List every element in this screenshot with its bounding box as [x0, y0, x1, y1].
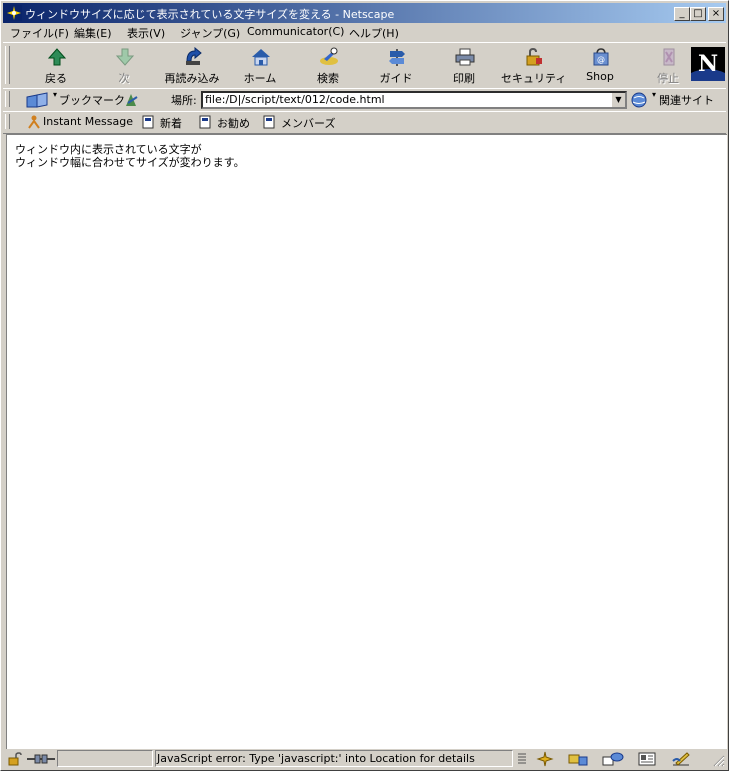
security-lock-icon[interactable] [7, 752, 23, 766]
home-label: ホーム [243, 72, 277, 85]
security-label: セキュリティ [501, 72, 567, 85]
close-icon: × [711, 8, 721, 19]
component-bar-grip-icon[interactable] [517, 752, 527, 766]
resize-grip-icon[interactable] [711, 753, 725, 767]
composer-component-icon[interactable] [671, 751, 693, 767]
address-book-component-icon[interactable] [637, 751, 659, 767]
back-arrow-icon [47, 48, 67, 66]
home-button[interactable]: ホーム [229, 45, 291, 87]
home-icon [252, 49, 270, 66]
search-label: 検索 [317, 72, 339, 85]
bookmarks-icon[interactable] [25, 91, 51, 109]
members-link[interactable]: メンバーズ [281, 115, 335, 131]
security-button[interactable]: セキュリティ [501, 45, 567, 87]
menu-help[interactable]: ヘルプ(H) [349, 25, 399, 41]
recommend-bookmark-icon [199, 115, 211, 129]
content-text-block: ウィンドウ内に表示されている文字が ウィンドウ幅に合わせてサイズが変わります。 [15, 143, 245, 169]
status-bar: JavaScript error: Type 'javascript:' int… [3, 749, 726, 769]
location-toolbar: ▾ ブックマーク 場所: file:/D|/script/text/012/co… [3, 88, 726, 112]
title-bar: ウィンドウサイズに応じて表示されている文字サイズを変える - Netscape … [3, 3, 726, 23]
toolbar-grip[interactable] [5, 46, 10, 84]
print-button[interactable]: 印刷 [433, 45, 495, 87]
shop-label: Shop [586, 70, 614, 83]
minimize-icon: _ [679, 8, 685, 19]
forward-button[interactable]: 次 [93, 45, 155, 87]
newsgroups-component-icon[interactable] [601, 751, 625, 767]
instant-message-icon [28, 115, 40, 129]
stop-icon [663, 48, 675, 66]
back-label: 戻る [45, 72, 67, 85]
netscape-logo[interactable]: N [691, 47, 725, 81]
related-sites-label[interactable]: 関連サイト [659, 92, 714, 108]
maximize-button[interactable]: □ [690, 7, 706, 21]
shop-bag-icon: @ [593, 48, 609, 66]
menu-go[interactable]: ジャンプ(G) [180, 25, 240, 41]
status-message: JavaScript error: Type 'javascript:' int… [157, 752, 475, 765]
netscape-app-icon [6, 5, 22, 21]
navigation-toolbar: 戻る 次 再読み込み ホーム 検索 ガイド 印刷 セキュリティ @ Shop 停… [3, 42, 726, 89]
menu-view[interactable]: 表示(V) [127, 25, 165, 41]
guide-signpost-icon [389, 49, 405, 66]
forward-label: 次 [118, 72, 130, 85]
menu-edit[interactable]: 編集(E) [74, 25, 112, 41]
location-label: 場所: [171, 94, 197, 107]
svg-text:@: @ [597, 55, 605, 64]
padlock-icon [526, 47, 542, 66]
instant-message-link[interactable]: Instant Message [43, 115, 133, 128]
location-url-text: file:/D|/script/text/012/code.html [205, 93, 385, 106]
recommend-link[interactable]: お勧め [217, 115, 250, 131]
minimize-button[interactable]: _ [674, 7, 690, 21]
printer-icon [455, 48, 475, 66]
guide-label: ガイド [379, 72, 413, 85]
chevron-down-icon: ▼ [615, 95, 622, 104]
related-dropdown-icon: ▾ [652, 90, 657, 99]
menu-bar: ファイル(F) 編集(E) 表示(V) ジャンプ(G) Communicator… [3, 23, 726, 41]
page-content: ウィンドウ内に表示されている文字が ウィンドウ幅に合わせてサイズが変わります。 [6, 134, 727, 749]
menu-communicator[interactable]: Communicator(C) [247, 25, 344, 38]
new-link[interactable]: 新着 [160, 115, 182, 131]
location-history-dropdown[interactable]: ▼ [611, 93, 625, 107]
search-button[interactable]: 検索 [297, 45, 359, 87]
personal-toolbar: Instant Message 新着 お勧め メンバーズ [3, 111, 726, 134]
reload-label: 再読み込み [164, 72, 220, 85]
members-bookmark-icon [263, 115, 275, 129]
reload-button[interactable]: 再読み込み [161, 45, 223, 87]
print-label: 印刷 [453, 72, 475, 85]
search-icon [320, 47, 338, 65]
new-bookmark-icon [142, 115, 154, 129]
related-sites-icon[interactable] [630, 91, 652, 109]
back-button[interactable]: 戻る [25, 45, 87, 87]
bookmarks-label[interactable]: ブックマーク [59, 92, 125, 108]
close-button[interactable]: × [708, 7, 724, 21]
forward-arrow-icon [115, 48, 135, 66]
netscape-n-icon: N [691, 47, 725, 81]
location-toolbar-grip[interactable] [5, 91, 10, 107]
content-line-2: ウィンドウ幅に合わせてサイズが変わります。 [15, 156, 245, 169]
browser-window: ウィンドウサイズに応じて表示されている文字サイズを変える - Netscape … [0, 0, 729, 771]
window-title: ウィンドウサイズに応じて表示されている文字サイズを変える - Netscape [25, 8, 395, 21]
navigator-component-icon[interactable] [535, 751, 555, 767]
reload-icon [186, 47, 202, 65]
svg-text:N: N [698, 51, 718, 77]
online-connection-icon[interactable] [27, 753, 55, 765]
menu-file[interactable]: ファイル(F) [10, 25, 69, 41]
personal-toolbar-grip[interactable] [5, 114, 10, 129]
stop-label: 停止 [657, 72, 679, 85]
progress-indicator [57, 750, 153, 767]
page-proxy-icon[interactable] [123, 91, 141, 109]
bookmarks-dropdown-icon: ▾ [53, 90, 58, 99]
guide-button[interactable]: ガイド [365, 45, 427, 87]
mail-component-icon[interactable] [567, 751, 589, 767]
content-line-1: ウィンドウ内に表示されている文字が [15, 143, 202, 156]
maximize-icon: □ [693, 8, 703, 19]
shop-button[interactable]: @ Shop [569, 45, 631, 87]
stop-button[interactable]: 停止 [637, 45, 699, 87]
location-url-input[interactable]: file:/D|/script/text/012/code.html ▼ [201, 91, 627, 109]
